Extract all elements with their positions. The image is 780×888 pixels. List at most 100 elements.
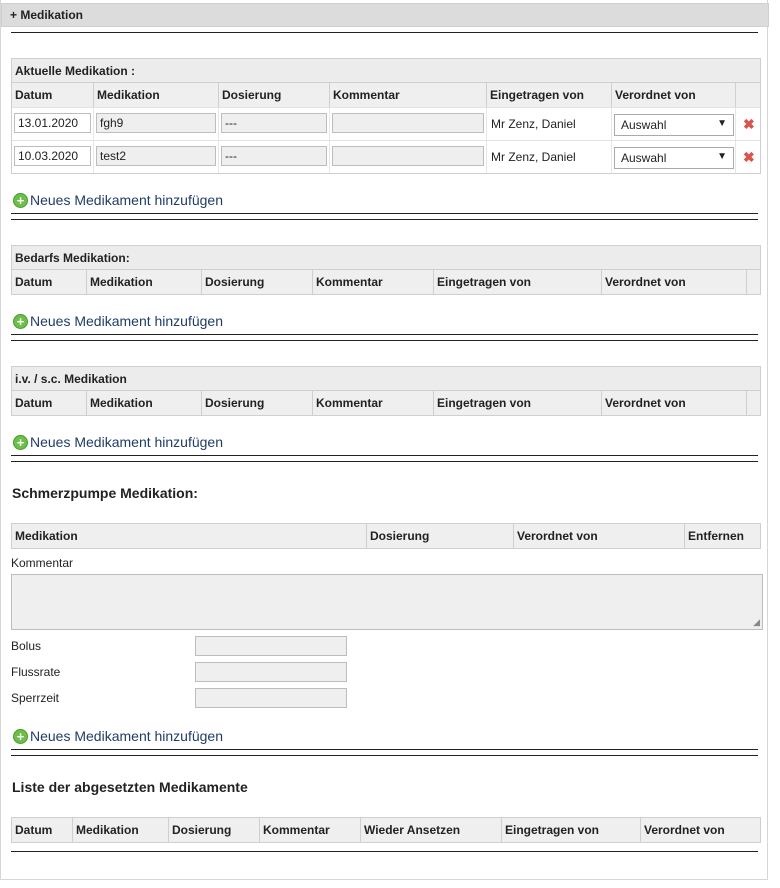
col-verordnet: Verordnet von [602,270,747,294]
plus-circle-icon: + [13,313,28,329]
schmerzpumpe-table: Medikation Dosierung Verordnet von Entfe… [11,523,761,549]
table-title: Bedarfs Medikation: [12,246,760,270]
col-actions [736,83,760,107]
add-medication-link[interactable]: + Neues Medikament hinzufügen [13,190,223,210]
chevron-down-icon: ▼ [717,151,727,162]
abgesetzte-table: Datum Medikation Dosierung Kommentar Wie… [11,817,761,843]
table-header: Datum Medikation Dosierung Kommentar Ein… [12,270,760,294]
col-actions [747,391,760,415]
section-title: Liste der abgesetzten Medikamente [12,779,248,795]
close-icon[interactable]: ✖ [738,116,755,132]
divider [11,334,758,335]
col-eingetragen: Eingetragen von [502,818,641,842]
col-entfernen: Entfernen [688,529,745,543]
col-datum: Datum [12,270,87,294]
eingetragen-text: Mr Zenz, Daniel [491,150,576,164]
col-medikation: Medikation [87,270,202,294]
col-medikation: Medikation [94,83,219,107]
col-dosierung: Dosierung [367,524,514,548]
chevron-down-icon: ▼ [717,118,727,129]
bolus-label: Bolus [11,639,42,653]
col-kommentar: Kommentar [313,391,434,415]
col-verordnet: Verordnet von [644,823,725,837]
kommentar-textarea[interactable]: ◢ [11,574,763,630]
col-wieder-ansetzen: Wieder Ansetzen [361,818,502,842]
col-eingetragen: Eingetragen von [434,270,602,294]
eingetragen-text: Mr Zenz, Daniel [491,117,576,131]
col-verordnet: Verordnet von [612,83,736,107]
col-dosierung: Dosierung [219,83,330,107]
col-datum: Datum [12,83,94,107]
sperrzeit-label: Sperrzeit [11,691,60,705]
col-verordnet: Verordnet von [602,391,747,415]
verordnet-select[interactable]: Auswahl ▼ [614,114,734,136]
col-dosierung: Dosierung [202,270,313,294]
plus-circle-icon: + [13,728,28,744]
divider [11,749,758,750]
kommentar-field[interactable] [332,113,484,133]
dosierung-field[interactable]: --- [221,113,327,133]
datum-field[interactable]: 10.03.2020 [14,146,91,166]
flussrate-field[interactable] [195,662,347,682]
add-medication-label: Neues Medikament hinzufügen [30,728,224,744]
col-medikation: Medikation [73,818,169,842]
resize-handle-icon[interactable]: ◢ [753,617,760,628]
panel-header[interactable]: + Medikation [1,3,769,27]
bolus-field[interactable] [195,636,347,656]
col-medikation: Medikation [12,524,367,548]
divider [11,851,758,852]
col-eingetragen: Eingetragen von [434,391,602,415]
table-row: 13.01.2020 fgh9 --- Mr Zenz, Daniel Ausw… [12,107,760,140]
flussrate-label: Flussrate [11,665,61,679]
col-kommentar: Kommentar [313,270,434,294]
dosierung-field[interactable]: --- [221,146,327,166]
kommentar-field[interactable] [332,146,484,166]
sperrzeit-field[interactable] [195,688,347,708]
table-header: Datum Medikation Dosierung Kommentar Ein… [12,391,760,415]
bedarfs-medikation-table: Bedarfs Medikation: Datum Medikation Dos… [11,245,761,295]
select-value: Auswahl [621,118,667,132]
divider [11,219,758,220]
col-verordnet: Verordnet von [514,524,685,548]
divider [11,455,758,456]
aktuelle-medikation-table: Aktuelle Medikation : Datum Medikation D… [11,58,761,174]
add-medication-link[interactable]: + Neues Medikament hinzufügen [13,432,223,452]
plus-circle-icon: + [13,192,28,208]
add-medication-label: Neues Medikament hinzufügen [30,434,224,450]
col-medikation: Medikation [87,391,202,415]
col-actions [747,270,760,294]
table-header: Medikation Dosierung Verordnet von Entfe… [12,524,760,548]
table-row: 10.03.2020 test2 --- Mr Zenz, Daniel Aus… [12,140,760,173]
col-datum: Datum [12,818,73,842]
divider [11,755,758,756]
table-title: Aktuelle Medikation : [12,59,760,83]
medikation-field[interactable]: fgh9 [96,113,216,133]
divider [11,340,758,341]
select-value: Auswahl [621,151,667,165]
table-header: Datum Medikation Dosierung Kommentar Ein… [12,83,760,107]
col-datum: Datum [12,391,87,415]
iv-sc-medikation-table: i.v. / s.c. Medikation Datum Medikation … [11,366,761,416]
add-medication-label: Neues Medikament hinzufügen [30,192,224,208]
divider [11,213,758,214]
kommentar-label: Kommentar [11,556,74,570]
divider [11,32,758,33]
col-dosierung: Dosierung [202,391,313,415]
add-medication-link[interactable]: + Neues Medikament hinzufügen [13,311,223,331]
divider [11,461,758,462]
medikation-field[interactable]: test2 [96,146,216,166]
table-header: Datum Medikation Dosierung Kommentar Wie… [12,818,760,842]
col-eingetragen: Eingetragen von [487,83,612,107]
table-title: i.v. / s.c. Medikation [12,367,760,391]
col-kommentar: Kommentar [260,818,361,842]
verordnet-select[interactable]: Auswahl ▼ [614,147,734,169]
plus-circle-icon: + [13,434,28,450]
add-medication-link[interactable]: + Neues Medikament hinzufügen [13,726,223,746]
datum-field[interactable]: 13.01.2020 [14,113,91,133]
col-dosierung: Dosierung [169,818,260,842]
col-kommentar: Kommentar [330,83,487,107]
add-medication-label: Neues Medikament hinzufügen [30,313,224,329]
section-title: Schmerzpumpe Medikation: [12,485,198,501]
medikation-panel: + Medikation Aktuelle Medikation : Datum… [0,0,769,880]
close-icon[interactable]: ✖ [738,149,755,165]
